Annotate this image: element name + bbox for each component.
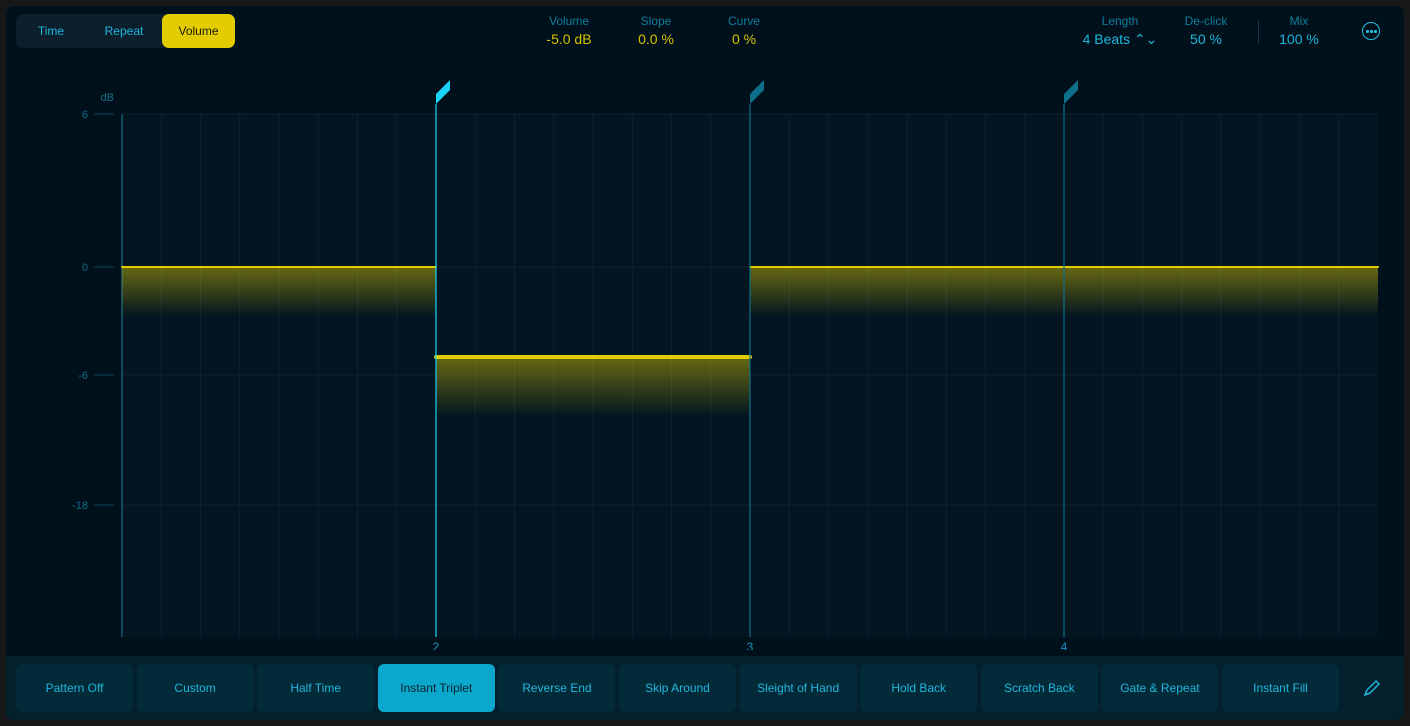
x-tick-label: 4 xyxy=(1061,640,1068,650)
pattern-button[interactable]: Half Time xyxy=(257,664,375,712)
pattern-button[interactable]: Sleight of Hand xyxy=(739,664,857,712)
y-tick-label: 6 xyxy=(82,109,88,121)
y-tick-label: 0 xyxy=(82,262,88,274)
volume-editor-panel: Time Repeat Volume Volume -5.0 dB Slope 0.… xyxy=(6,6,1404,720)
y-tick-label: -6 xyxy=(78,370,88,382)
pencil-icon[interactable] xyxy=(1362,678,1382,698)
segment-glow xyxy=(436,357,750,417)
x-tick-label: 3 xyxy=(747,640,754,650)
segment-glow xyxy=(122,267,436,317)
volume-step-chart[interactable]: dB 6 0 -6 -18 2 3 4 xyxy=(6,6,1404,650)
pattern-button[interactable]: Reverse End xyxy=(498,664,616,712)
pattern-button[interactable]: Hold Back xyxy=(860,664,978,712)
beat-marker-flag[interactable] xyxy=(436,80,450,104)
pattern-button[interactable]: Gate & Repeat xyxy=(1101,664,1219,712)
pattern-button[interactable]: Pattern Off xyxy=(16,664,133,712)
pattern-button[interactable]: Scratch Back xyxy=(980,664,1098,712)
pattern-button[interactable]: Instant Fill xyxy=(1222,664,1339,712)
pattern-bar: Pattern Off Custom Half Time Instant Triple… xyxy=(6,656,1404,720)
pattern-button[interactable]: Skip Around xyxy=(619,664,736,712)
y-axis-label: dB xyxy=(101,92,114,104)
x-tick-label: 2 xyxy=(433,640,440,650)
y-tick-label: -18 xyxy=(72,500,88,512)
beat-marker-flag[interactable] xyxy=(750,80,764,104)
pattern-button[interactable]: Instant Triplet xyxy=(377,664,495,712)
beat-marker-flag[interactable] xyxy=(1064,80,1078,104)
pattern-button[interactable]: Custom xyxy=(136,664,254,712)
